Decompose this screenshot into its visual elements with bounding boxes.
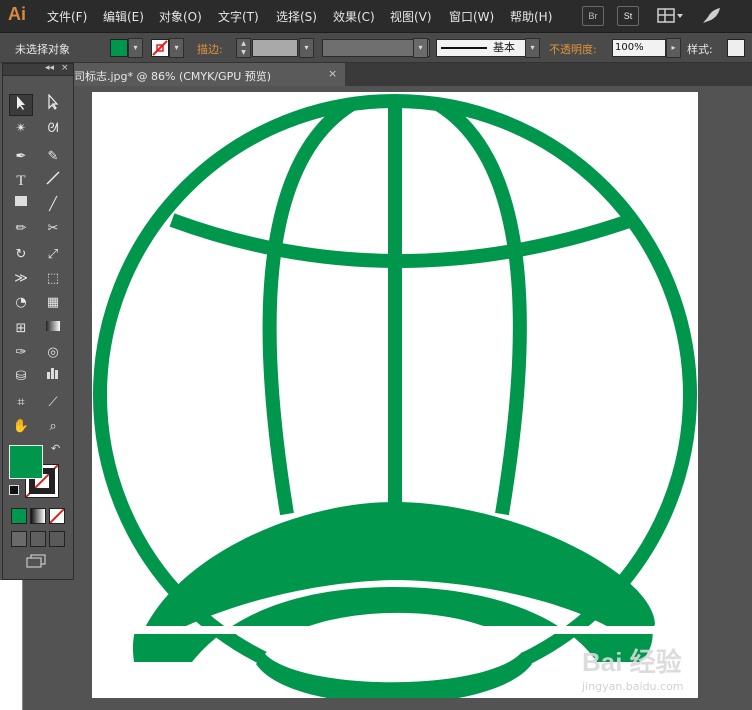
- paintbrush-tool-icon[interactable]: ╱: [41, 194, 65, 216]
- baidu-watermark: Bai 经验 jingyan.baidu.com: [582, 628, 742, 698]
- opacity-label[interactable]: 不透明度:: [549, 41, 597, 57]
- artboard-tool-icon[interactable]: ⌗: [9, 392, 33, 414]
- stroke-swatch[interactable]: [151, 39, 169, 57]
- menu-effect[interactable]: 效果(C): [333, 8, 375, 25]
- default-colors-icon[interactable]: [9, 485, 19, 495]
- none-mode-button[interactable]: [49, 508, 65, 524]
- shape-builder-tool-icon[interactable]: ◔: [9, 292, 33, 314]
- curvature-tool-icon[interactable]: ✎: [41, 146, 65, 168]
- stroke-weight-spinner[interactable]: ▲ ▼: [236, 38, 251, 58]
- color-mode-button[interactable]: [11, 508, 27, 524]
- collapse-panel-icon[interactable]: ◂◂: [45, 63, 54, 73]
- width-tool-icon[interactable]: ≫: [9, 268, 33, 290]
- menu-file[interactable]: 文件(F): [47, 8, 87, 25]
- gradient-mode-button[interactable]: [30, 508, 46, 524]
- left-panel-edge: [0, 580, 23, 710]
- selection-status: 未选择对象: [15, 43, 70, 56]
- menu-type[interactable]: 文字(T): [218, 8, 259, 25]
- bridge-button[interactable]: Br: [582, 6, 604, 26]
- close-panel-icon[interactable]: ×: [61, 63, 69, 73]
- app-logo: Ai: [8, 4, 26, 24]
- pen-tool-icon[interactable]: ✒: [9, 146, 33, 168]
- brush-stroke-preview: [441, 47, 487, 49]
- watermark-logo: Bai 经验: [582, 647, 682, 677]
- eyedropper-tool-icon[interactable]: ✑: [9, 342, 33, 364]
- menu-select[interactable]: 选择(S): [276, 8, 317, 25]
- menu-bar: Ai 文件(F) 编辑(E) 对象(O) 文字(T) 选择(S) 效果(C) 视…: [0, 0, 752, 33]
- scale-tool-icon[interactable]: ⤢: [41, 244, 65, 266]
- gradient-tool-icon[interactable]: [41, 318, 65, 340]
- control-bar: 未选择对象 ▾ ▾ 描边: ▲ ▼ ▾ ▾ 基本 ▾ 不透明度: 100% ▸ 样…: [0, 33, 752, 63]
- right-meridian: [434, 98, 527, 516]
- lasso-tool-icon[interactable]: ᘛ: [41, 118, 65, 140]
- globe-logo[interactable]: [92, 92, 698, 704]
- document-tab-title: 司标志.jpg* @ 86% (CMYK/GPU 预览): [74, 70, 272, 83]
- slice-tool-icon[interactable]: ⟋: [41, 392, 65, 414]
- none-stroke-icon: [152, 40, 168, 56]
- close-tab-icon[interactable]: ×: [328, 67, 337, 80]
- screen-mode-icon[interactable]: [25, 554, 47, 568]
- pencil-tool-icon[interactable]: ✏: [9, 218, 33, 240]
- artboard[interactable]: [92, 92, 698, 704]
- brush-dropdown[interactable]: ▾: [525, 38, 540, 58]
- style-label: 样式:: [687, 43, 713, 56]
- rectangle-tool-icon[interactable]: [9, 194, 33, 216]
- menu-edit[interactable]: 编辑(E): [103, 8, 144, 25]
- workspace-layout-icon[interactable]: [656, 7, 686, 25]
- fill-dropdown[interactable]: ▾: [128, 38, 143, 58]
- variable-width-dropdown[interactable]: ▾: [413, 38, 428, 58]
- draw-behind-icon[interactable]: [30, 531, 46, 547]
- draw-inside-icon[interactable]: [49, 531, 65, 547]
- watermark-url: jingyan.baidu.com: [582, 680, 684, 693]
- left-meridian: [262, 98, 356, 516]
- menu-window[interactable]: 窗口(W): [449, 8, 494, 25]
- document-tab[interactable]: 司标志.jpg* @ 86% (CMYK/GPU 预览) ×: [72, 63, 345, 86]
- brush-definition[interactable]: 基本: [436, 39, 526, 57]
- menu-help[interactable]: 帮助(H): [510, 8, 552, 25]
- menu-view[interactable]: 视图(V): [390, 8, 432, 25]
- zoom-tool-icon[interactable]: ⌕: [41, 416, 65, 438]
- line-tool-icon[interactable]: [41, 170, 65, 192]
- rotate-tool-icon[interactable]: ↻: [9, 244, 33, 266]
- direct-selection-tool-icon[interactable]: [41, 93, 65, 116]
- swap-colors-icon[interactable]: ↶: [51, 442, 60, 455]
- brush-name: 基本: [493, 41, 515, 54]
- tools-panel-header[interactable]: ◂◂ ×: [3, 63, 73, 76]
- magic-wand-tool-icon[interactable]: ✴: [9, 118, 33, 140]
- blend-tool-icon[interactable]: ◎: [41, 342, 65, 364]
- menu-object[interactable]: 对象(O): [159, 8, 202, 25]
- hand-tool-icon[interactable]: ✋: [9, 416, 33, 438]
- document-tab-bar: 司标志.jpg* @ 86% (CMYK/GPU 预览) ×: [24, 63, 752, 86]
- stroke-dropdown[interactable]: ▾: [169, 38, 184, 58]
- stock-button[interactable]: St: [617, 6, 639, 26]
- column-graph-tool-icon[interactable]: [41, 366, 65, 388]
- fill-color-front[interactable]: [9, 445, 43, 479]
- free-transform-tool-icon[interactable]: ⬚: [41, 268, 65, 290]
- opacity-field[interactable]: 100%: [612, 39, 666, 57]
- stroke-weight-dropdown[interactable]: ▾: [299, 38, 314, 58]
- graphic-style-swatch[interactable]: [727, 39, 745, 57]
- scissors-tool-icon[interactable]: ✂: [41, 218, 65, 240]
- rocket-icon[interactable]: [700, 6, 722, 26]
- tools-panel: ◂◂ × ✴ ᘛ ✒ ✎ T ╱ ✏ ✂ ↻ ⤢ ≫ ⬚ ◔ ▦ ⊞ ✑ ◎ ⛁…: [2, 63, 74, 580]
- opacity-arrow[interactable]: ▸: [666, 38, 681, 58]
- stroke-weight-field[interactable]: [252, 39, 298, 57]
- selection-tool-icon[interactable]: [9, 94, 33, 116]
- mesh-tool-icon[interactable]: ⊞: [9, 318, 33, 340]
- draw-normal-icon[interactable]: [11, 531, 27, 547]
- type-tool-icon[interactable]: T: [9, 170, 33, 192]
- fill-swatch[interactable]: [110, 39, 128, 57]
- symbol-sprayer-tool-icon[interactable]: ⛁: [9, 366, 33, 388]
- opacity-value: 100%: [615, 42, 644, 53]
- stroke-label[interactable]: 描边:: [197, 41, 223, 57]
- perspective-grid-tool-icon[interactable]: ▦: [41, 292, 65, 314]
